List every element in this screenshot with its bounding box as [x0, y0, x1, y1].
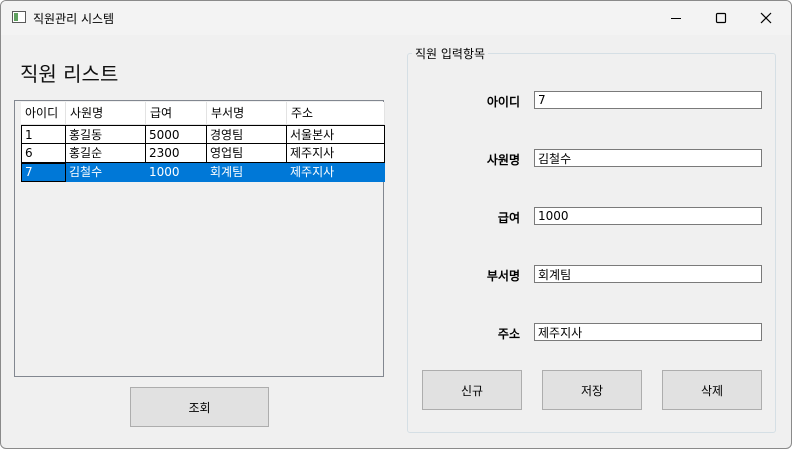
table-row[interactable]: 6 홍길순 2300 영업팀 제주지사	[21, 144, 385, 163]
grid-rows: 1 홍길동 5000 경영팀 서울본사 6 홍길순 2300 영업팀 제주지사 …	[21, 125, 385, 182]
save-button[interactable]: 저장	[542, 370, 642, 410]
table-row[interactable]: 1 홍길동 5000 경영팀 서울본사	[21, 125, 385, 144]
cell-id[interactable]: 6	[21, 144, 66, 163]
grid-header: 아이디 사원명 급여 부서명 주소	[21, 102, 385, 125]
field-label-name: 사원명	[486, 153, 520, 167]
query-button[interactable]: 조회	[130, 387, 269, 427]
field-label-salary: 급여	[497, 211, 520, 225]
salary-field[interactable]	[534, 207, 762, 225]
app-icon	[12, 11, 26, 23]
list-title: 직원 리스트	[20, 62, 119, 86]
column-header-id[interactable]: 아이디	[21, 102, 66, 125]
cell-salary[interactable]: 2300	[146, 144, 207, 163]
field-label-dept: 부서명	[486, 269, 520, 283]
name-field[interactable]	[534, 149, 762, 167]
title-bar[interactable]: 직원관리 시스템	[1, 1, 791, 35]
column-header-name[interactable]: 사원명	[66, 102, 146, 125]
close-button[interactable]	[743, 1, 789, 35]
cell-salary[interactable]: 1000	[146, 163, 207, 182]
maximize-icon	[715, 12, 727, 24]
cell-id[interactable]: 1	[21, 125, 66, 144]
minimize-button[interactable]	[653, 1, 699, 35]
cell-address[interactable]: 제주지사	[287, 163, 385, 182]
column-header-dept[interactable]: 부서명	[207, 102, 287, 125]
close-icon	[760, 12, 772, 24]
cell-dept[interactable]: 경영팀	[207, 125, 287, 144]
cell-address[interactable]: 서울본사	[287, 125, 385, 144]
cell-dept[interactable]: 회계팀	[207, 163, 287, 182]
field-label-address: 주소	[497, 327, 520, 341]
cell-name[interactable]: 홍길동	[66, 125, 146, 144]
groupbox-legend: 직원 입력항목	[412, 45, 489, 62]
employee-grid[interactable]: 아이디 사원명 급여 부서명 주소 1 홍길동 5000 경영팀 서울본사 6 …	[14, 100, 385, 377]
cell-name[interactable]: 김철수	[66, 163, 146, 182]
window-title: 직원관리 시스템	[33, 12, 115, 26]
cell-dept[interactable]: 영업팀	[207, 144, 287, 163]
column-header-salary[interactable]: 급여	[146, 102, 207, 125]
table-row-selected[interactable]: 7 김철수 1000 회계팀 제주지사	[21, 163, 385, 182]
cell-id[interactable]: 7	[21, 163, 66, 182]
delete-button[interactable]: 삭제	[662, 370, 762, 410]
field-label-id: 아이디	[486, 95, 520, 109]
maximize-button[interactable]	[698, 1, 744, 35]
minimize-icon	[671, 18, 681, 19]
new-button[interactable]: 신규	[422, 370, 522, 410]
dept-field[interactable]	[534, 265, 762, 283]
address-field[interactable]	[534, 323, 762, 341]
cell-name[interactable]: 홍길순	[66, 144, 146, 163]
cell-salary[interactable]: 5000	[146, 125, 207, 144]
cell-address[interactable]: 제주지사	[287, 144, 385, 163]
id-field[interactable]	[534, 91, 762, 109]
column-header-address[interactable]: 주소	[287, 102, 385, 125]
